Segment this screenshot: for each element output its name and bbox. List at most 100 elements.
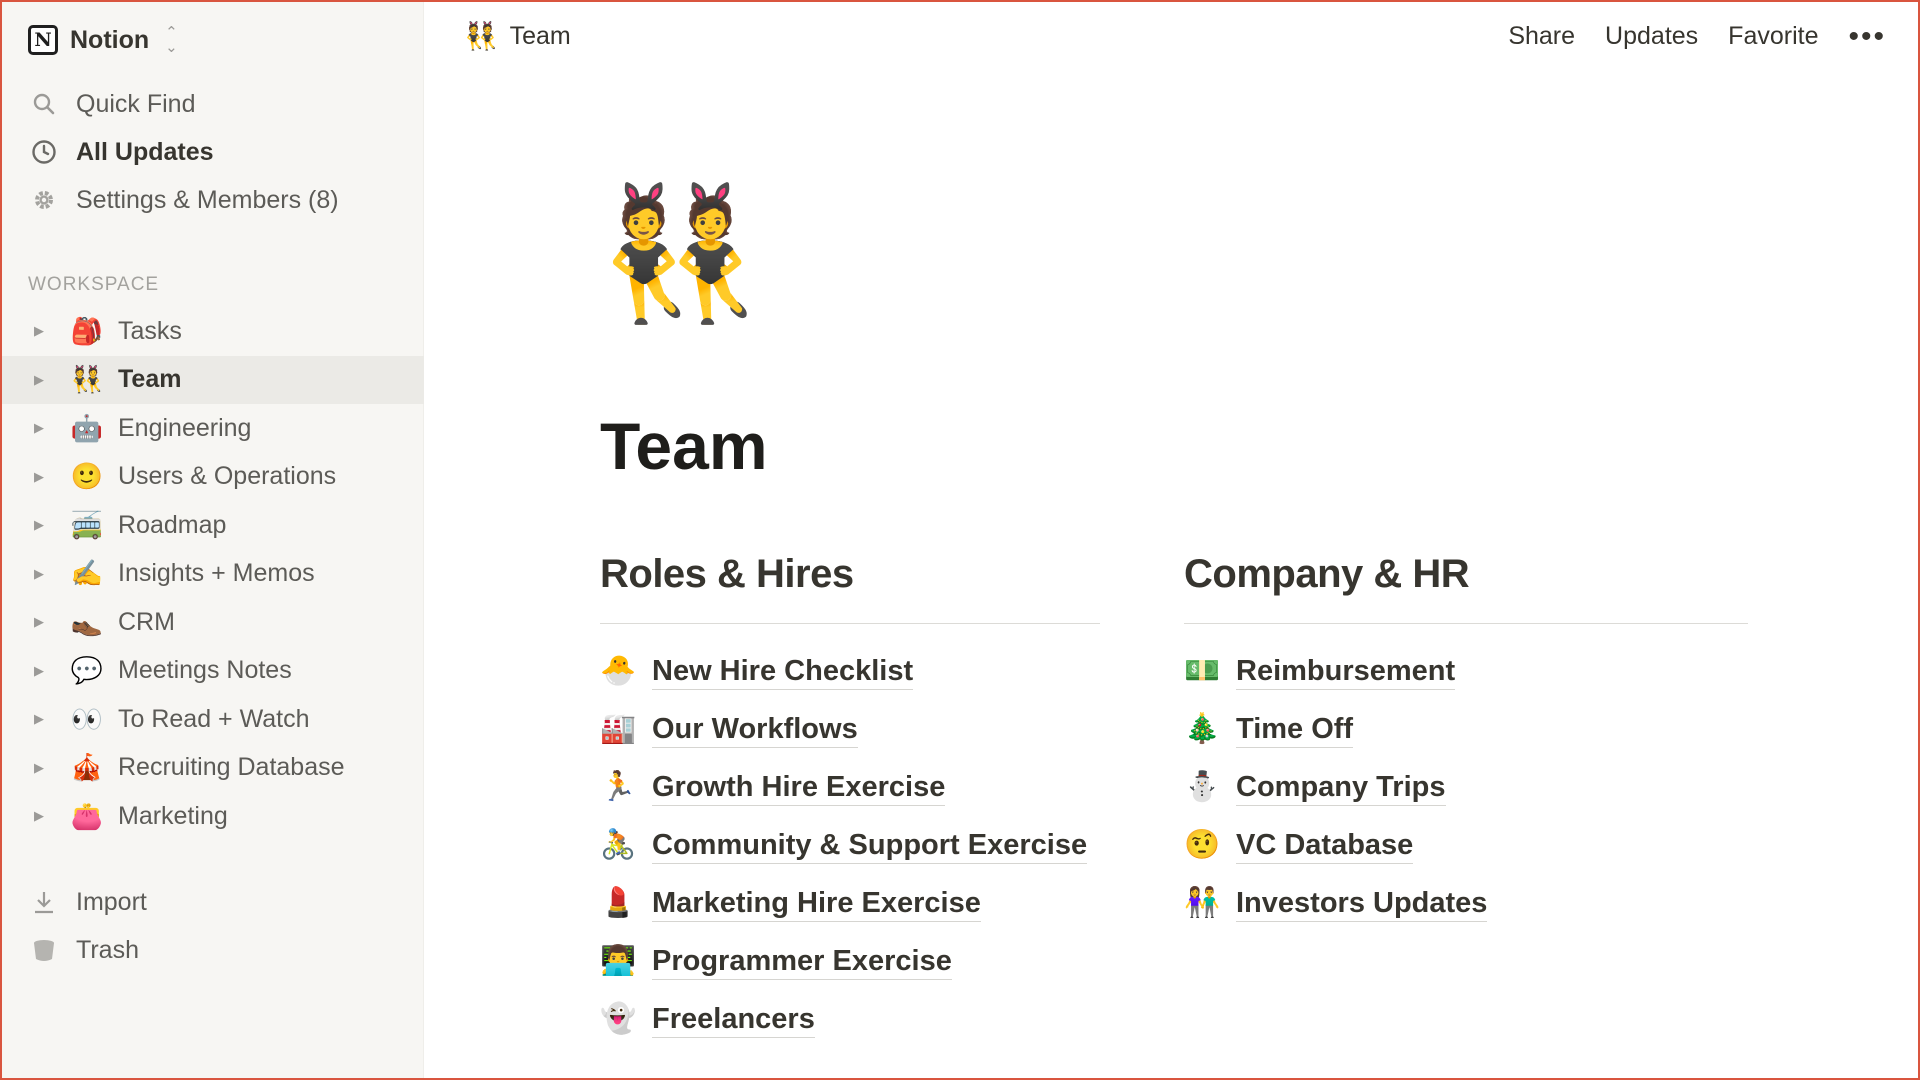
page-link-label: VC Database	[1236, 827, 1414, 864]
chevron-updown-icon: ⌃ ⌄	[165, 24, 178, 56]
page-link-time-off[interactable]: 🎄 Time Off	[1184, 700, 1748, 758]
sidebar-item-insights-memos[interactable]: ▶ ✍️ Insights + Memos	[0, 550, 424, 599]
expand-caret-icon[interactable]: ▶	[34, 420, 54, 436]
expand-caret-icon[interactable]: ▶	[34, 808, 54, 824]
page-link-label: Investors Updates	[1236, 885, 1488, 922]
sidebar-item-label: Engineering	[118, 413, 252, 442]
page-link-label: Community & Support Exercise	[652, 827, 1088, 864]
purse-icon: 👛	[70, 800, 104, 831]
page-tree: ▶ 🎒 Tasks ▶ 👯 Team ▶ 🤖 Engineering ▶ 🙂 U…	[0, 307, 424, 841]
shoe-icon: 👞	[70, 606, 104, 637]
dancers-icon: 👯	[70, 364, 104, 395]
page-link-label: Programmer Exercise	[652, 943, 952, 980]
page-link-our-workflows[interactable]: 🏭 Our Workflows	[600, 700, 1100, 758]
sidebar-item-roadmap[interactable]: ▶ 🚎 Roadmap	[0, 501, 424, 550]
sidebar-item-label: Recruiting Database	[118, 753, 345, 782]
page-link-reimbursement[interactable]: 💵 Reimbursement	[1184, 642, 1748, 700]
expand-caret-icon[interactable]: ▶	[34, 760, 54, 776]
workspace-switcher[interactable]: N Notion ⌃ ⌄	[28, 22, 178, 58]
sidebar-item-meetings-notes[interactable]: ▶ 💬 Meetings Notes	[0, 647, 424, 696]
sidebar-item-tasks[interactable]: ▶ 🎒 Tasks	[0, 307, 424, 356]
page-link-marketing-hire-exercise[interactable]: 💄 Marketing Hire Exercise	[600, 874, 1100, 932]
search-icon	[30, 90, 58, 118]
ghost-icon: 👻	[600, 1003, 637, 1035]
expand-caret-icon[interactable]: ▶	[34, 372, 54, 388]
roles-hires-column: Roles & Hires 🐣 New Hire Checklist 🏭 Our…	[600, 552, 1100, 1048]
circus-tent-icon: 🎪	[70, 752, 104, 783]
share-button[interactable]: Share	[1508, 22, 1575, 51]
factory-icon: 🏭	[600, 713, 637, 745]
expand-caret-icon[interactable]: ▶	[34, 614, 54, 630]
page-link-investors-updates[interactable]: 👫 Investors Updates	[1184, 874, 1748, 932]
topbar: 👯 Team Share Updates Favorite •••	[424, 0, 1920, 80]
sidebar-item-label: Meetings Notes	[118, 656, 292, 685]
sidebar: N Notion ⌃ ⌄ Quick Find All Updates Setti…	[0, 0, 424, 1080]
sidebar-bottom-menu: Import Trash	[0, 878, 424, 974]
company-hr-column: Company & HR 💵 Reimbursement 🎄 Time Off …	[1184, 552, 1748, 932]
sidebar-item-label: To Read + Watch	[118, 704, 310, 733]
page-icon[interactable]: 👯	[598, 188, 760, 318]
speech-bubble-icon: 💬	[70, 655, 104, 686]
updates-button[interactable]: Updates	[1605, 22, 1698, 51]
page-link-label: New Hire Checklist	[652, 653, 914, 690]
smiley-icon: 🙂	[70, 461, 104, 492]
sidebar-item-label: Insights + Memos	[118, 559, 315, 588]
favorite-button[interactable]: Favorite	[1728, 22, 1818, 51]
workspace-section-label: WORKSPACE	[28, 274, 160, 295]
page-link-new-hire-checklist[interactable]: 🐣 New Hire Checklist	[600, 642, 1100, 700]
notion-logo-icon: N	[28, 25, 58, 55]
sidebar-item-label: CRM	[118, 607, 175, 636]
sidebar-item-to-read-watch[interactable]: ▶ 👀 To Read + Watch	[0, 695, 424, 744]
page-link-freelancers[interactable]: 👻 Freelancers	[600, 990, 1100, 1048]
quick-find-label: Quick Find	[76, 89, 196, 118]
sidebar-item-marketing[interactable]: ▶ 👛 Marketing	[0, 792, 424, 841]
sidebar-item-label: Roadmap	[118, 510, 227, 539]
breadcrumb[interactable]: 👯 Team	[464, 20, 571, 52]
workspace-name: Notion	[70, 25, 150, 54]
column-heading: Company & HR	[1184, 552, 1748, 624]
hatching-chick-icon: 🐣	[600, 655, 637, 687]
face-icon: 🤨	[1184, 829, 1221, 861]
page-link-company-trips[interactable]: ⛄ Company Trips	[1184, 758, 1748, 816]
sidebar-item-engineering[interactable]: ▶ 🤖 Engineering	[0, 404, 424, 453]
sidebar-item-crm[interactable]: ▶ 👞 CRM	[0, 598, 424, 647]
expand-caret-icon[interactable]: ▶	[34, 517, 54, 533]
page-link-label: Freelancers	[652, 1001, 815, 1038]
expand-caret-icon[interactable]: ▶	[34, 323, 54, 339]
expand-caret-icon[interactable]: ▶	[34, 663, 54, 679]
expand-caret-icon[interactable]: ▶	[34, 711, 54, 727]
lipstick-icon: 💄	[600, 887, 637, 919]
page-link-growth-hire-exercise[interactable]: 🏃 Growth Hire Exercise	[600, 758, 1100, 816]
runner-icon: 🏃	[600, 771, 637, 803]
sidebar-item-team[interactable]: ▶ 👯 Team	[0, 355, 424, 404]
page-title[interactable]: Team	[600, 408, 768, 484]
gear-icon	[30, 186, 58, 214]
snowman-icon: ⛄	[1184, 771, 1221, 803]
import-label: Import	[76, 887, 147, 916]
sidebar-item-recruiting-database[interactable]: ▶ 🎪 Recruiting Database	[0, 744, 424, 793]
sidebar-item-users-operations[interactable]: ▶ 🙂 Users & Operations	[0, 453, 424, 502]
all-updates-button[interactable]: All Updates	[0, 128, 424, 176]
couple-icon: 👫	[1184, 887, 1221, 919]
page-link-vc-database[interactable]: 🤨 VC Database	[1184, 816, 1748, 874]
quick-find-button[interactable]: Quick Find	[0, 80, 424, 128]
settings-members-button[interactable]: Settings & Members (8)	[0, 176, 424, 224]
import-button[interactable]: Import	[0, 878, 424, 926]
download-icon	[30, 888, 58, 916]
trash-button[interactable]: Trash	[0, 926, 424, 974]
page-link-label: Marketing Hire Exercise	[652, 885, 981, 922]
expand-caret-icon[interactable]: ▶	[34, 566, 54, 582]
settings-members-label: Settings & Members (8)	[76, 185, 339, 214]
writing-hand-icon: ✍️	[70, 558, 104, 589]
page-link-label: Growth Hire Exercise	[652, 769, 946, 806]
page-link-programmer-exercise[interactable]: 👨‍💻 Programmer Exercise	[600, 932, 1100, 990]
page-link-community-support-exercise[interactable]: 🚴 Community & Support Exercise	[600, 816, 1100, 874]
sidebar-item-label: Team	[118, 365, 182, 394]
expand-caret-icon[interactable]: ▶	[34, 469, 54, 485]
clock-icon	[30, 138, 58, 166]
more-options-icon[interactable]: •••	[1848, 21, 1886, 51]
trash-label: Trash	[76, 935, 139, 964]
page-link-label: Reimbursement	[1236, 653, 1456, 690]
programmer-icon: 👨‍💻	[600, 945, 637, 977]
dollar-banknote-icon: 💵	[1184, 655, 1221, 687]
